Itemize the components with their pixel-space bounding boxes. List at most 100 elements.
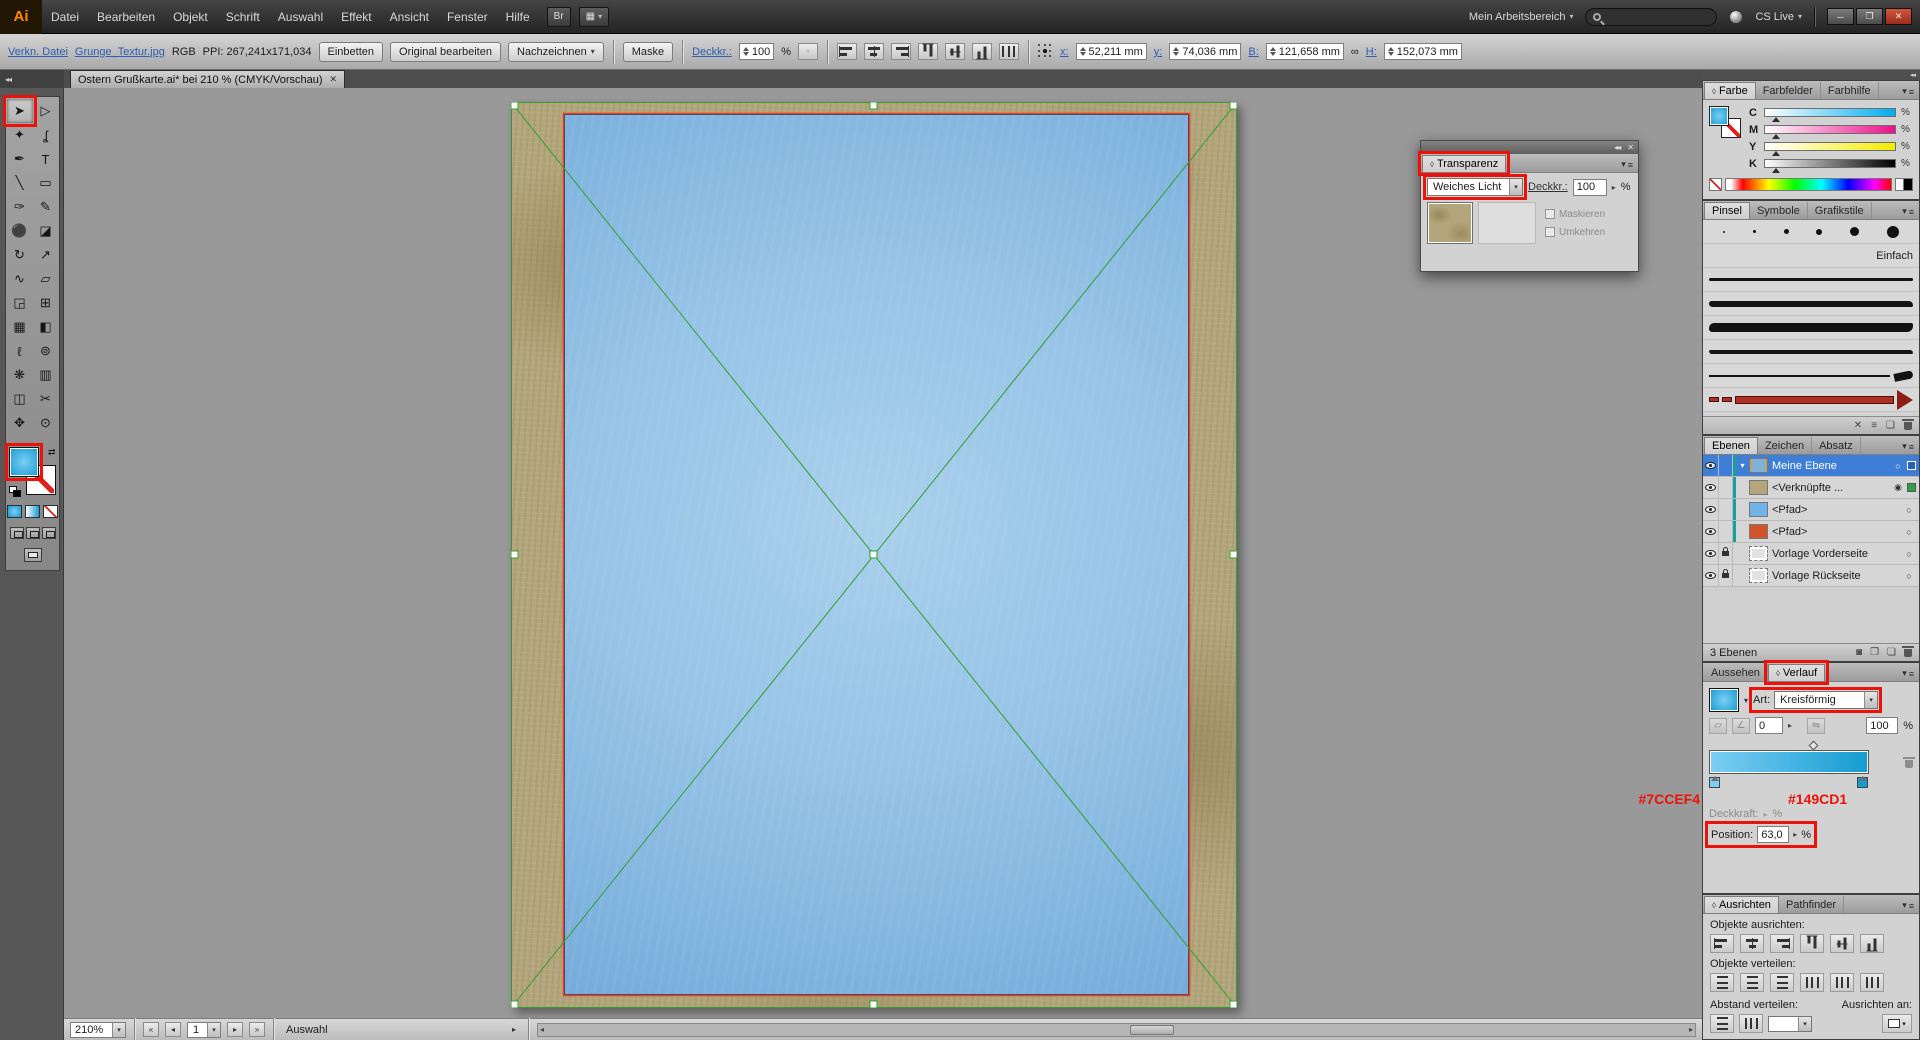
layer-name[interactable]: Meine Ebene [1772, 460, 1891, 472]
tool-type[interactable]: T [33, 147, 59, 171]
width-field[interactable]: 121,658 mm [1266, 43, 1344, 60]
slider-thumb[interactable] [1772, 164, 1780, 173]
stepper-icon[interactable] [1173, 47, 1179, 56]
default-fill-stroke-icon[interactable] [9, 486, 22, 497]
tool-pencil[interactable]: ✎ [33, 195, 59, 219]
brush-row-stroke[interactable] [1703, 316, 1919, 340]
scale-field[interactable]: 100 [1866, 717, 1898, 734]
align-bottom-button[interactable] [1860, 934, 1884, 953]
draw-inside-button[interactable] [42, 527, 56, 539]
lock-toggle[interactable] [1719, 455, 1733, 476]
tool-rectangle[interactable]: ▭ [33, 171, 59, 195]
maskieren-checkbox[interactable] [1545, 209, 1555, 219]
none-mode-button[interactable] [43, 505, 58, 518]
opacity-label[interactable]: Deckkr.: [692, 46, 732, 58]
reference-point-selector[interactable] [1038, 44, 1053, 59]
collapse-icon[interactable]: ◂◂ [1614, 143, 1620, 152]
close-tab-icon[interactable]: ✕ [330, 74, 338, 85]
expand-arrow-icon[interactable]: ▾ [1736, 461, 1749, 470]
document-tab[interactable]: Ostern Grußkarte.ai* bei 210 % (CMYK/Vor… [70, 70, 345, 88]
visibility-toggle[interactable] [1703, 477, 1719, 498]
blend-mode-dropdown[interactable]: Weiches Licht▾ [1427, 178, 1523, 196]
visibility-toggle[interactable] [1703, 521, 1719, 542]
tab-ebenen[interactable]: Ebenen [1704, 437, 1758, 454]
tool-zoom[interactable]: ⊙ [33, 411, 59, 435]
selection-indicator[interactable] [1907, 461, 1916, 470]
layer-row-pfad-2[interactable]: <Pfad> ○ [1703, 521, 1919, 543]
tool-magic-wand[interactable]: ✦ [7, 123, 33, 147]
cyan-slider[interactable] [1764, 108, 1896, 117]
menu-objekt[interactable]: Objekt [164, 0, 217, 34]
height-label[interactable]: H: [1366, 46, 1377, 58]
distribute-left-button[interactable] [1800, 973, 1824, 992]
tool-blend[interactable]: ⊚ [33, 339, 59, 363]
tool-mesh[interactable]: ▦ [7, 315, 33, 339]
tool-blob-brush[interactable]: ⚫ [7, 219, 33, 243]
bridge-button[interactable]: Br [547, 7, 571, 27]
align-middle-v-button[interactable] [1830, 934, 1854, 953]
tool-hand[interactable]: ✥ [7, 411, 33, 435]
status-flyout-icon[interactable]: ▸ [512, 1025, 516, 1034]
brush-row-stroke[interactable] [1703, 364, 1919, 388]
layer-thumbnail[interactable] [1749, 480, 1768, 495]
tab-pathfinder[interactable]: Pathfinder [1779, 896, 1844, 913]
tool-free-transform[interactable]: ▱ [33, 267, 59, 291]
search-input[interactable] [1606, 11, 1706, 22]
width-label[interactable]: B: [1248, 46, 1258, 58]
distribute-middle-v-button[interactable] [1740, 973, 1764, 992]
selection-indicator[interactable] [1907, 483, 1916, 492]
brush-row-stroke[interactable] [1703, 340, 1919, 364]
last-artboard-button[interactable]: » [249, 1022, 265, 1037]
target-icon[interactable]: ◉ [1891, 482, 1905, 493]
gradient-stop-right[interactable] [1857, 777, 1868, 788]
tab-verlauf[interactable]: ◊Verlauf [1768, 664, 1825, 681]
tab-pinsel[interactable]: Pinsel [1704, 202, 1750, 219]
stepper-icon[interactable] [743, 47, 749, 56]
object-thumbnail[interactable] [1427, 202, 1473, 244]
gradient-mode-button[interactable] [25, 505, 40, 518]
stepper-icon[interactable] [1388, 47, 1394, 56]
stepper-icon[interactable] [1080, 47, 1086, 56]
brush-row-calligraphic[interactable] [1703, 220, 1919, 244]
tool-rotate[interactable]: ↻ [7, 243, 33, 267]
height-field[interactable]: 152,073 mm [1384, 43, 1462, 60]
tab-farbfelder[interactable]: Farbfelder [1756, 82, 1821, 99]
tool-artboard[interactable]: ◫ [7, 387, 33, 411]
draw-normal-button[interactable] [10, 527, 24, 539]
tool-shape-builder[interactable]: ◲ [7, 291, 33, 315]
slider-thumb[interactable] [1772, 130, 1780, 139]
align-vertical-top-button[interactable] [918, 43, 938, 60]
menu-fenster[interactable]: Fenster [438, 0, 497, 34]
next-artboard-button[interactable]: ▸ [227, 1022, 243, 1037]
file-name-link[interactable]: Grunge_Textur.jpg [75, 46, 165, 58]
tab-symbole[interactable]: Symbole [1750, 202, 1808, 219]
tool-eraser[interactable]: ◪ [33, 219, 59, 243]
panel-flyout-menu[interactable]: ▾≡ [1616, 159, 1638, 172]
screen-mode-button[interactable] [24, 548, 42, 562]
menu-ansicht[interactable]: Ansicht [381, 0, 438, 34]
align-horizontal-left-button[interactable] [837, 43, 857, 60]
align-to-dropdown[interactable]: ▾ [1882, 1014, 1912, 1033]
menu-effekt[interactable]: Effekt [332, 0, 380, 34]
tool-eyedropper[interactable]: ℓ [7, 339, 33, 363]
draw-behind-button[interactable] [26, 527, 40, 539]
tab-zeichen[interactable]: Zeichen [1758, 437, 1812, 454]
menu-datei[interactable]: Datei [42, 0, 88, 34]
first-artboard-button[interactable]: « [143, 1022, 159, 1037]
target-icon[interactable]: ○ [1891, 461, 1905, 471]
search-box[interactable] [1585, 8, 1717, 26]
align-left-button[interactable] [1710, 934, 1734, 953]
align-top-button[interactable] [1800, 934, 1824, 953]
color-mode-button[interactable] [7, 505, 22, 518]
x-label[interactable]: x: [1060, 46, 1069, 58]
lock-toggle[interactable] [1719, 477, 1733, 498]
new-brush-icon[interactable]: ❏ [1886, 420, 1895, 431]
gradient-swatch[interactable] [1709, 688, 1739, 712]
lock-toggle[interactable] [1719, 543, 1733, 564]
layer-thumbnail[interactable] [1749, 568, 1768, 583]
layer-thumbnail[interactable] [1749, 546, 1768, 561]
scroll-right-icon[interactable]: ▸ [1689, 1025, 1693, 1034]
tool-line-segment[interactable]: ╲ [7, 171, 33, 195]
layer-row-vorlage-vorderseite[interactable]: Vorlage Vorderseite ○ [1703, 543, 1919, 565]
opacity-label[interactable]: Deckkr.: [1528, 181, 1568, 193]
